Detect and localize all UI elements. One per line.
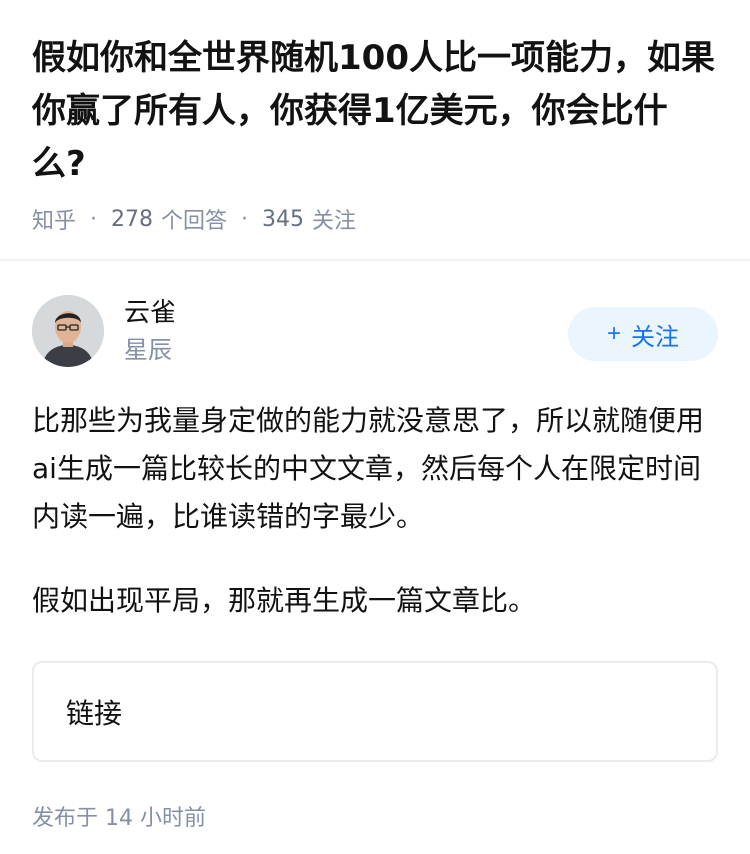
author-badge: 星辰 <box>124 336 172 364</box>
answer-count: 278 <box>111 206 154 232</box>
avatar[interactable] <box>32 295 104 367</box>
publish-time: 发布于 14 小时前 <box>32 806 206 831</box>
follow-count: 345 <box>262 206 305 232</box>
author-name[interactable]: 云雀 <box>124 295 568 331</box>
follow-button-label: 关注 <box>631 323 679 351</box>
separator-dot: · <box>90 206 98 232</box>
answer-paragraph: 比那些为我量身定做的能力就没意思了，所以就随便用ai生成一篇比较长的中文文章，然… <box>32 404 705 533</box>
answer-count-label[interactable]: 个回答 <box>161 203 227 235</box>
link-card[interactable]: 链接 <box>32 661 718 762</box>
question-header: 假如你和全世界随机100人比一项能力，如果你赢了所有人，你获得1亿美元，你会比什… <box>0 0 750 239</box>
follow-count-label: 关注 <box>312 209 357 234</box>
section-divider <box>0 259 750 261</box>
author-row: 云雀 星辰 + 关注 <box>32 295 718 367</box>
answer-paragraph: 假如出现平局，那就再生成一篇文章比。 <box>32 584 537 617</box>
source-label[interactable]: 知乎 <box>32 203 76 235</box>
follow-button[interactable]: + 关注 <box>568 307 718 361</box>
separator-dot: · <box>241 206 249 232</box>
question-title[interactable]: 假如你和全世界随机100人比一项能力，如果你赢了所有人，你获得1亿美元，你会比什… <box>32 32 718 191</box>
answer-card: 云雀 星辰 + 关注 比那些为我量身定做的能力就没意思了，所以就随便用ai生成一… <box>0 295 750 832</box>
avatar-image <box>32 295 104 367</box>
question-meta: 知乎 · 278 个回答 · 345 关注 <box>32 199 718 239</box>
plus-icon: + <box>606 320 621 347</box>
author-info: 云雀 星辰 <box>124 295 568 367</box>
answer-content: 比那些为我量身定做的能力就没意思了，所以就随便用ai生成一篇比较长的中文文章，然… <box>32 397 718 625</box>
link-card-label: 链接 <box>66 696 123 730</box>
